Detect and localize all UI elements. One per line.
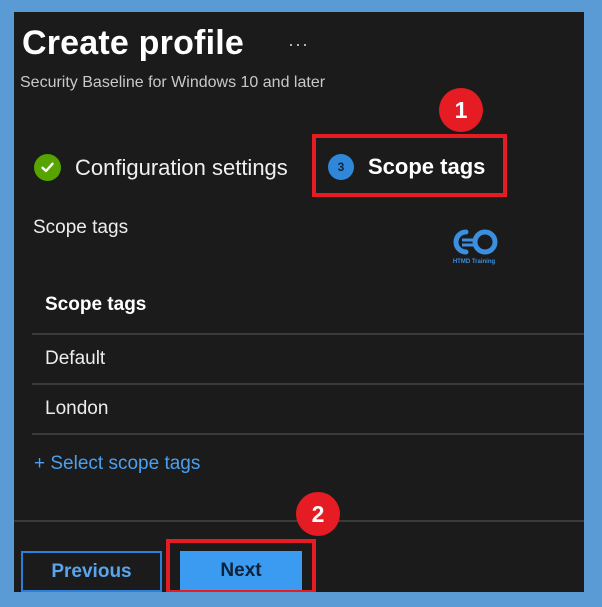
highlight-box-next xyxy=(166,539,316,592)
create-profile-panel: Create profile ··· Security Baseline for… xyxy=(14,12,584,592)
scope-tags-section-label: Scope tags xyxy=(33,217,129,238)
check-circle-icon xyxy=(34,154,61,181)
annotation-marker-2: 2 xyxy=(296,492,340,536)
logo-watermark-text: HTMD Training xyxy=(452,259,496,265)
page-title: Create profile xyxy=(22,24,244,62)
step-configuration-settings[interactable]: Configuration settings xyxy=(34,154,288,181)
table-row[interactable]: Default xyxy=(32,335,584,385)
logo-mark xyxy=(453,229,498,255)
page-subtitle: Security Baseline for Windows 10 and lat… xyxy=(20,74,326,91)
htmd-logo: HTMD Training xyxy=(444,226,504,271)
table-row[interactable]: London xyxy=(32,385,584,435)
step-label-configuration-settings: Configuration settings xyxy=(75,154,288,180)
previous-button[interactable]: Previous xyxy=(21,551,162,592)
table-header: Scope tags xyxy=(32,277,584,335)
highlight-box-scope-tags xyxy=(312,134,507,197)
select-scope-tags-link[interactable]: + Select scope tags xyxy=(34,453,200,475)
scope-tags-table: Scope tags Default London xyxy=(32,277,584,435)
checkmark-glyph xyxy=(41,162,54,173)
annotation-marker-1: 1 xyxy=(439,88,483,132)
more-options-icon[interactable]: ··· xyxy=(288,34,309,55)
